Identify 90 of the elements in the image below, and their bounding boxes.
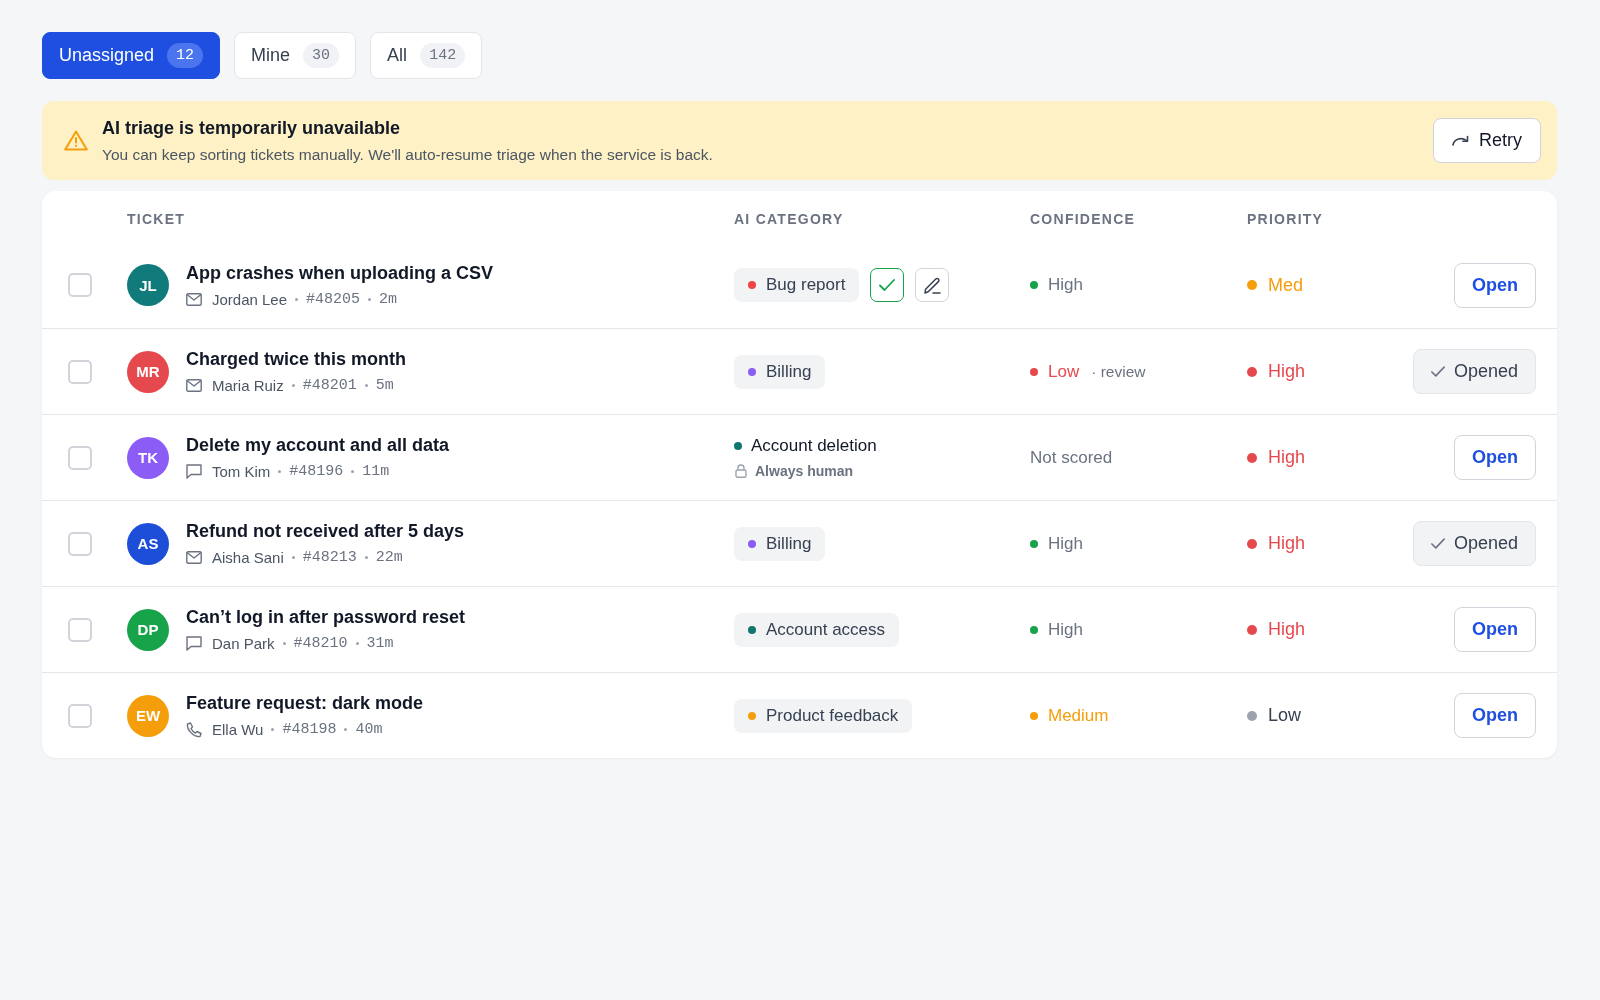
ticket-id: #48198 [282,721,337,738]
priority-label: High [1268,619,1306,640]
open-button[interactable]: Open [1454,262,1536,308]
priority-label: Med [1268,274,1303,296]
filter-tab[interactable]: Mine 30 [234,32,357,79]
ticket-title: Charged twice this month [186,349,407,370]
ticket-id: #48205 [306,290,361,308]
ticket-age: 22m [375,549,403,566]
requester-name: Jordan Lee [212,290,288,308]
confidence-label: Not scored [1030,447,1113,468]
mail-icon [186,551,202,564]
mail-icon [186,379,202,392]
row-checkbox[interactable] [68,273,92,297]
check-icon [1430,366,1445,377]
avatar: TK [127,436,169,479]
category-label: Billing [766,361,812,382]
confidence-label: High [1048,275,1083,295]
ticket-id: #48196 [289,463,344,480]
ticket-id: #48201 [302,377,357,394]
ticket-age: 5m [375,377,394,394]
banner-message: You can keep sorting tickets manually. We'll auto-resume triage when the service is back. [102,145,713,164]
lock-icon [735,464,747,478]
priority-label: High [1268,361,1306,382]
confidence-label: Medium [1048,705,1109,726]
retry-button[interactable]: Retry [1433,118,1541,163]
opened-button[interactable]: Opened [1412,349,1536,394]
ticket-title: Delete my account and all data [186,435,450,456]
column-header: TICKET [127,210,187,227]
ticket-age: 31m [366,635,394,652]
row-checkbox[interactable] [68,531,92,556]
row-checkbox[interactable] [68,359,92,384]
filter-tab[interactable]: Unassigned 12 [42,32,221,79]
banner-title: AI triage is temporarily unavailable [102,117,402,139]
avatar: MR [127,350,169,393]
check-icon [1430,538,1445,549]
chat-bubble-icon [186,464,202,479]
opened-button[interactable]: Opened [1412,521,1536,566]
locked-note: Always human [755,463,854,479]
ticket-age: 40m [355,721,383,738]
warning-icon [64,130,88,151]
requester-name: Tom Kim [212,463,271,480]
row-checkbox[interactable] [68,445,92,470]
ticket-title: Feature request: dark mode [186,693,424,714]
requester-name: Maria Ruiz [212,377,284,394]
tab-count: 30 [303,43,340,68]
open-button[interactable]: Open [1454,607,1536,652]
column-header: CONFIDENCE [1030,210,1137,227]
check-icon [879,279,896,291]
mail-icon [186,292,202,306]
category-label: Account deletion [751,436,877,456]
phone-icon [186,721,202,738]
review-note: · review [1091,362,1146,381]
category-label: Product feedback [766,705,899,726]
column-header: AI CATEGORY [734,210,845,227]
chat-bubble-icon [186,636,202,651]
priority-label: Low [1268,705,1302,726]
confidence-label: Low [1048,361,1080,382]
row-checkbox[interactable] [68,703,92,728]
ticket-age: 2m [379,290,398,308]
category-label: Billing [766,533,812,554]
column-header: PRIORITY [1247,210,1325,227]
filter-tab[interactable]: All 142 [370,32,483,79]
confidence-label: High [1048,533,1083,554]
accept-button[interactable] [870,268,905,302]
ticket-title: Can’t log in after password reset [186,607,466,628]
priority-label: High [1268,447,1306,468]
requester-name: Dan Park [212,635,275,652]
avatar: AS [127,522,169,565]
avatar: EW [127,694,169,737]
row-checkbox[interactable] [68,617,92,642]
redo-icon [1452,135,1469,146]
ticket-id: #48213 [302,549,357,566]
confidence-label: High [1048,619,1083,640]
requester-name: Aisha Sani [212,549,284,566]
tab-count: 12 [167,43,204,68]
edit-button[interactable] [915,268,950,302]
category-label: Bug report [766,275,846,295]
ticket-title: Refund not received after 5 days [186,521,465,542]
ticket-age: 11m [362,463,390,480]
tab-count: 142 [420,43,466,68]
ticket-id: #48210 [293,635,348,652]
ticket-title: App crashes when uploading a CSV [186,262,494,284]
avatar: JL [127,264,169,306]
open-button[interactable]: Open [1454,693,1536,738]
category-label: Account access [766,619,886,640]
priority-label: High [1268,533,1306,554]
avatar: DP [127,608,169,651]
open-button[interactable]: Open [1454,435,1536,480]
pencil-icon [923,276,941,294]
requester-name: Ella Wu [212,721,264,738]
